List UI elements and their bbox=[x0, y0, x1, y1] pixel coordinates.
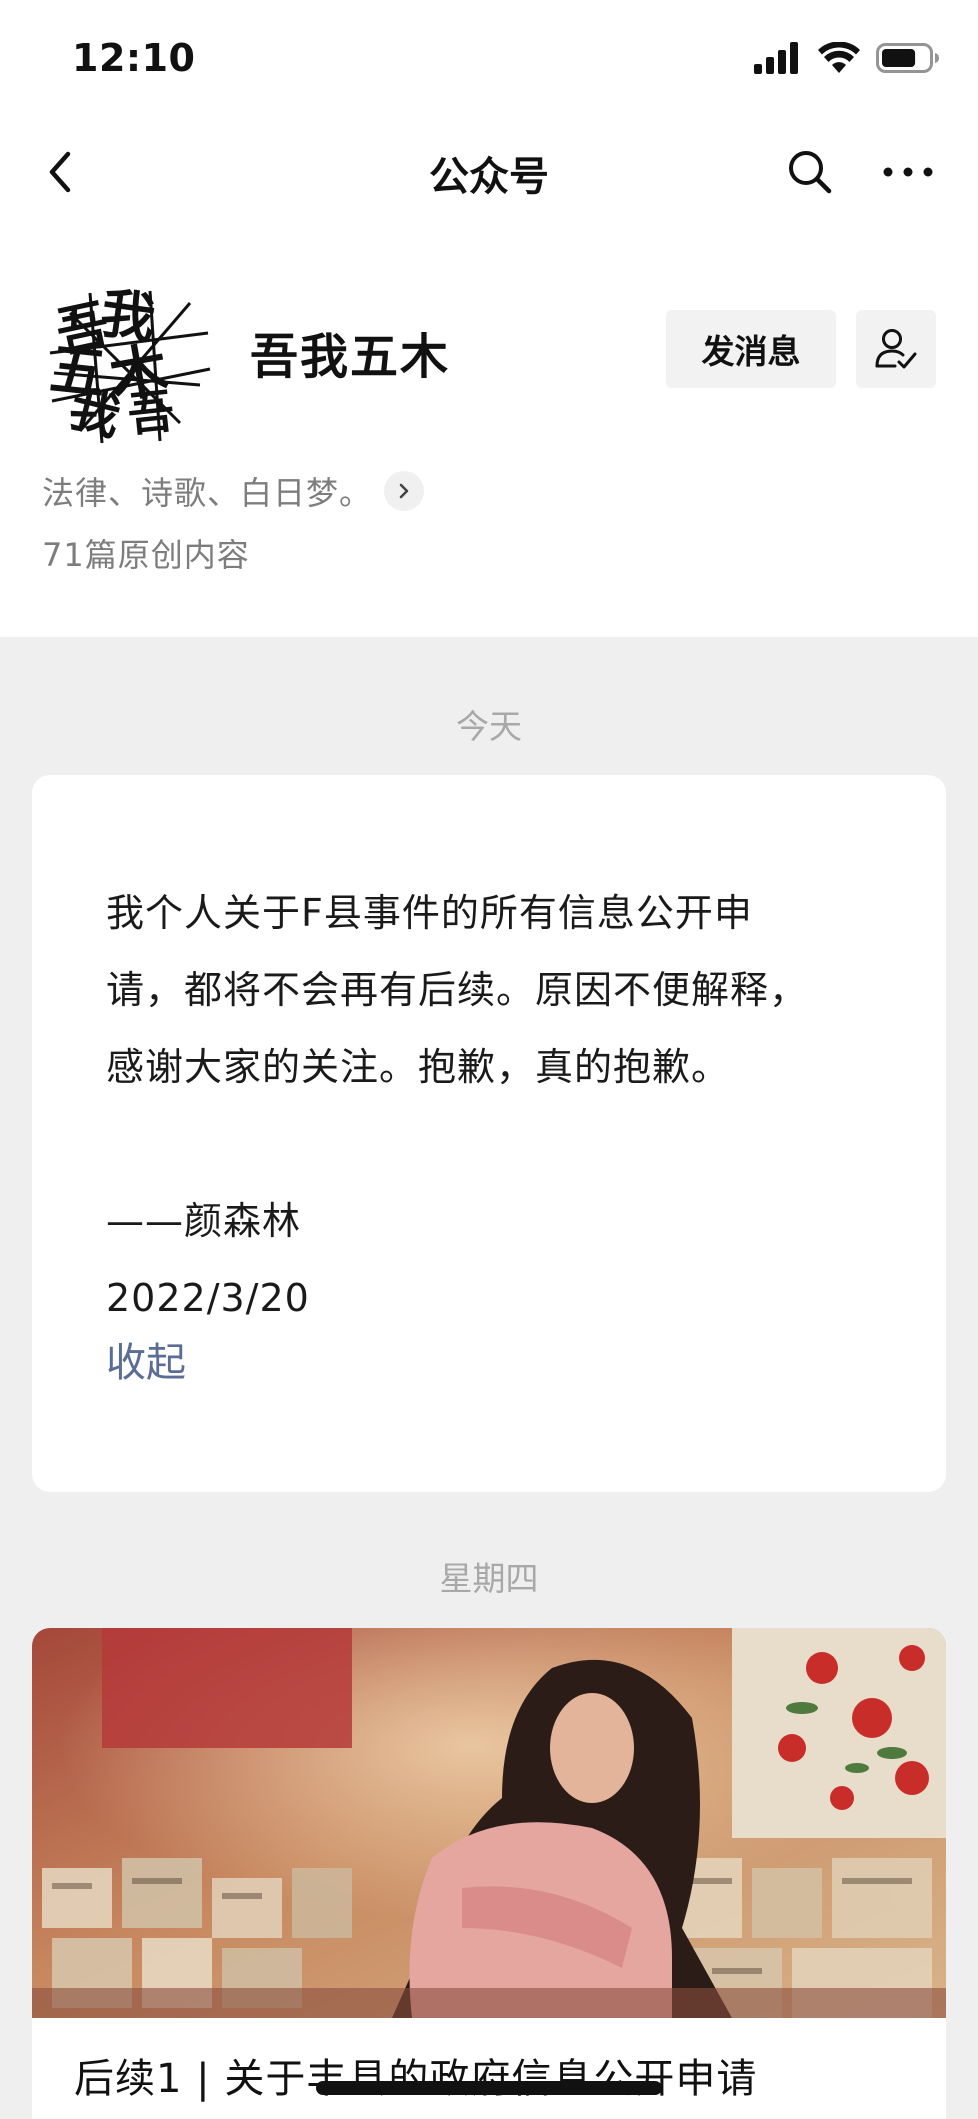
original-content-count: 71篇原创内容 bbox=[42, 536, 250, 574]
chevron-right-icon bbox=[384, 471, 425, 511]
message-line: 请，都将不会再有后续。原因不便解释， bbox=[106, 968, 809, 1012]
collapse-link[interactable]: 收起 bbox=[106, 1330, 186, 1388]
status-icons bbox=[752, 42, 940, 74]
message-date: 2022/3/20 bbox=[106, 1276, 310, 1320]
message-line: 感谢大家的关注。抱歉，真的抱歉。 bbox=[106, 1045, 731, 1089]
avatar[interactable]: 吾 我 五 木 我 吾 bbox=[40, 273, 218, 451]
wifi-icon bbox=[818, 42, 860, 73]
more-icon[interactable] bbox=[878, 146, 938, 198]
nav-bar: 公众号 bbox=[0, 120, 978, 225]
message-signature: ——颜森林 bbox=[106, 1199, 302, 1243]
article-card[interactable]: 后续1 | 关于丰县的政府信息公开申请 bbox=[32, 1628, 946, 2119]
official-account-page: 12:10 公众号 吾 我 五 木 我 吾 吾我五木 发消息 法律、诗歌、白日梦… bbox=[0, 0, 978, 2119]
home-indicator bbox=[316, 2081, 662, 2095]
account-profile: 吾 我 五 木 我 吾 吾我五木 发消息 法律、诗歌、白日梦。 71篇原创内容 bbox=[0, 225, 978, 637]
date-label: 今天 bbox=[456, 707, 522, 746]
account-bio: 法律、诗歌、白日梦。 bbox=[42, 474, 373, 512]
article-cover-image bbox=[32, 1628, 946, 2018]
status-bar: 12:10 bbox=[0, 0, 978, 120]
account-name: 吾我五木 bbox=[250, 329, 451, 385]
status-time: 12:10 bbox=[72, 36, 196, 80]
search-icon[interactable] bbox=[784, 146, 836, 198]
message-line: 我个人关于F县事件的所有信息公开申 bbox=[106, 891, 753, 935]
article-title: 后续1 | 关于丰县的政府信息公开申请 bbox=[74, 2056, 758, 2102]
send-message-button[interactable]: 发消息 bbox=[666, 310, 836, 388]
signal-icon bbox=[754, 42, 798, 74]
message-body: 我个人关于F县事件的所有信息公开申 请，都将不会再有后续。原因不便解释， 感谢大… bbox=[106, 875, 876, 1337]
battery-icon bbox=[876, 43, 939, 73]
message-spacer bbox=[106, 1106, 876, 1183]
date-label: 星期四 bbox=[439, 1559, 539, 1598]
text-message-card[interactable]: 我个人关于F县事件的所有信息公开申 请，都将不会再有后续。原因不便解释， 感谢大… bbox=[32, 775, 946, 1492]
bio-row[interactable]: 法律、诗歌、白日梦。 bbox=[42, 468, 425, 514]
user-check-icon bbox=[875, 329, 917, 369]
following-button[interactable] bbox=[856, 310, 936, 388]
